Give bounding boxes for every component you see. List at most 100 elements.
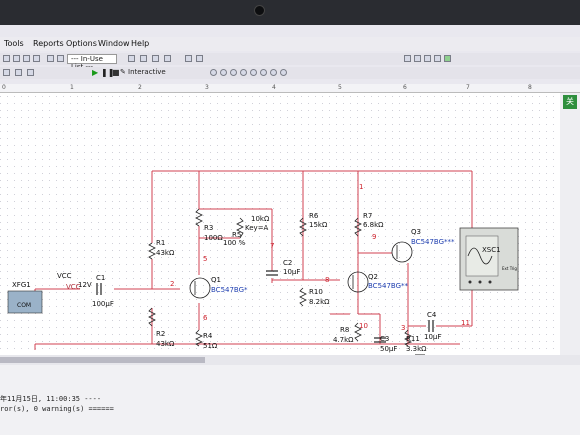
toolbar-row-1: --- In-Use List ---	[0, 53, 580, 71]
probe-icon[interactable]: ✎	[120, 68, 126, 76]
database-icon[interactable]	[57, 55, 64, 62]
zoom-area-icon[interactable]	[424, 55, 431, 62]
grid-icon[interactable]	[15, 69, 22, 76]
ruler-label: 3	[205, 84, 209, 91]
r2-label: R2	[156, 330, 165, 338]
toolbar-row-2: ▶ ❚❚ ■ ✎ Interactive	[0, 67, 580, 79]
schematic-canvas[interactable]: XFG1 COM VCC VCC 12V C1 100µF R1 43kΩ R2…	[0, 93, 560, 355]
ruler-label: 2	[138, 84, 142, 91]
instrument-icon-8[interactable]	[280, 69, 287, 76]
c2-label: C2	[283, 259, 292, 267]
c3-value: 50µF	[380, 345, 397, 353]
c2-value: 10µF	[283, 268, 300, 276]
menu-options[interactable]: Options	[66, 39, 97, 48]
run-icon[interactable]: ▶	[92, 68, 98, 77]
r11-label: R11	[406, 335, 420, 343]
new-icon[interactable]	[3, 55, 10, 62]
xsc1-ext-trig: Ext Trig	[502, 266, 517, 271]
zoom-fit-icon[interactable]	[434, 55, 441, 62]
r1-value: 43kΩ	[156, 249, 175, 257]
c1-label: C1	[96, 274, 105, 282]
open-icon[interactable]	[13, 55, 20, 62]
search-icon[interactable]	[185, 55, 192, 62]
r8-label: R8	[340, 326, 349, 334]
q1-label: Q1	[211, 276, 221, 284]
help-icon[interactable]	[196, 55, 203, 62]
instrument-icon-5[interactable]	[250, 69, 257, 76]
ruler-label: 8	[528, 84, 532, 91]
print-icon[interactable]	[33, 55, 40, 62]
node-5: 5	[203, 255, 207, 263]
r11-value: 3.3kΩ	[406, 345, 427, 353]
side-tab[interactable]: 关	[563, 95, 577, 109]
node-9: 9	[372, 233, 376, 241]
node-8: 8	[325, 276, 329, 284]
q1-model: BC547BG*	[211, 286, 248, 294]
instrument-icon-6[interactable]	[260, 69, 267, 76]
node-3: 3	[401, 324, 405, 332]
zoom-in-icon[interactable]	[404, 55, 411, 62]
node-11: 11	[461, 319, 470, 327]
full-screen-icon[interactable]	[444, 55, 451, 62]
save-icon[interactable]	[23, 55, 30, 62]
r7-label: R7	[363, 212, 372, 220]
redo-icon[interactable]	[140, 55, 147, 62]
in-use-list-select[interactable]: --- In-Use List ---	[67, 54, 117, 71]
node-7: 7	[270, 242, 274, 250]
instrument-icon-7[interactable]	[270, 69, 277, 76]
r6-label: R6	[309, 212, 319, 220]
xsc1-label: XSC1	[482, 246, 501, 254]
r3-label: R3	[204, 224, 213, 232]
menu-reports[interactable]: Reports	[33, 39, 64, 48]
component-icon[interactable]	[47, 55, 54, 62]
ruler: 0 1 2 3 4 5 6 7 8	[0, 84, 580, 93]
horizontal-scrollbar[interactable]	[0, 355, 580, 365]
node-10: 10	[359, 322, 368, 330]
r5-value: 10kΩ	[251, 215, 270, 223]
instrument-icon-2[interactable]	[220, 69, 227, 76]
q3-model: BC547BG***	[411, 238, 455, 246]
graph-icon[interactable]	[152, 55, 159, 62]
instrument-icon-3[interactable]	[230, 69, 237, 76]
menu-tools[interactable]: Tools	[4, 39, 24, 48]
r10-value: 8.2kΩ	[309, 298, 330, 306]
scroll-thumb[interactable]	[0, 357, 205, 363]
menu-bar: Tools Reports Options Window Help	[0, 37, 580, 51]
xfg1-label: XFG1	[12, 281, 31, 289]
r8-value: 4.7kΩ	[333, 336, 354, 344]
status-line-1: 年11月15日, 11:00:35 ----	[0, 395, 102, 403]
vcc-value: 12V	[78, 281, 92, 289]
r5-label: R5	[232, 231, 241, 239]
r7-value: 6.8kΩ	[363, 221, 384, 229]
menu-window[interactable]: Window	[98, 39, 130, 48]
r2-value: 43kΩ	[156, 340, 175, 348]
ruler-label: 4	[272, 84, 276, 91]
instrument-icon-1[interactable]	[210, 69, 217, 76]
xfg1-com-label: COM	[17, 302, 31, 309]
node-6: 6	[203, 314, 208, 322]
ruler-label: 7	[466, 84, 470, 91]
layout-icon[interactable]	[3, 69, 10, 76]
instrument-icon-4[interactable]	[240, 69, 247, 76]
r1-label: R1	[156, 239, 165, 247]
analysis-icon[interactable]	[164, 55, 171, 62]
c3-label: C3	[380, 335, 389, 343]
ruler-label: 1	[70, 84, 74, 91]
webcam	[254, 5, 265, 16]
wire-icon[interactable]	[27, 69, 34, 76]
c4-label: C4	[427, 311, 437, 319]
node-1: 1	[359, 183, 363, 191]
node-2: 2	[170, 280, 174, 288]
c4-value: 10µF	[424, 333, 441, 341]
status-line-2: ror(s), 0 warning(s) ======	[0, 405, 114, 413]
r4-value: 51Ω	[203, 342, 218, 350]
vertical-scrollbar[interactable]: 关	[560, 93, 580, 355]
stop-icon[interactable]: ■	[112, 68, 120, 77]
ruler-label: 5	[338, 84, 342, 91]
q2-model: BC547BG**	[368, 282, 409, 290]
r5-percent[interactable]: 100 %	[223, 239, 246, 247]
zoom-out-icon[interactable]	[414, 55, 421, 62]
undo-icon[interactable]	[128, 55, 135, 62]
menu-help[interactable]: Help	[131, 39, 149, 48]
interactive-mode[interactable]: Interactive	[128, 68, 166, 76]
